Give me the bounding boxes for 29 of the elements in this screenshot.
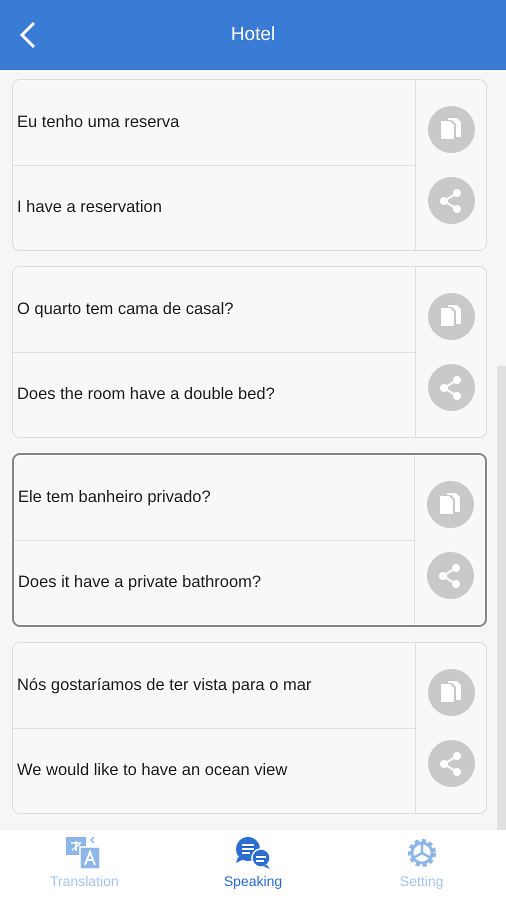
phrase-card[interactable]: O quarto tem cama de casal? Does the room have a double bed? (12, 266, 487, 438)
phrase-card[interactable]: Nós gostaríamos de ter vista para o mar We would like to have an ocean view (12, 642, 487, 814)
phrase-text: Eu tenho uma reserva (17, 112, 180, 132)
phrase-text: Nós gostaríamos de ter vista para o mar (17, 676, 312, 695)
share-icon (439, 376, 463, 400)
translation-text: I have a reservation (17, 198, 162, 218)
share-button[interactable] (428, 364, 474, 411)
share-icon (438, 564, 462, 588)
share-icon (439, 188, 463, 212)
phrase-text: O quarto tem cama de casal? (17, 300, 234, 319)
share-button[interactable] (428, 177, 474, 224)
back-button[interactable] (18, 20, 38, 50)
phrase-card[interactable]: Eu tenho uma reserva I have a reservation (12, 79, 487, 251)
phrase-text: Ele tem banheiro privado? (18, 488, 211, 507)
translation-text: Does the room have a double bed? (17, 385, 275, 404)
translation-text: Does it have a private bathroom? (18, 573, 262, 592)
share-icon (439, 752, 463, 776)
copy-button[interactable] (426, 481, 474, 528)
copy-button[interactable] (428, 293, 474, 340)
screen-title: Hotel (230, 24, 276, 46)
share-button[interactable] (428, 740, 474, 787)
share-button[interactable] (426, 552, 474, 599)
phrase-card[interactable]: Ele tem banheiro privado? Does it have a private bathroom? (12, 453, 487, 627)
chat-bubbles-icon (234, 835, 272, 871)
copy-button[interactable] (428, 669, 474, 716)
scrollbar[interactable] (497, 366, 506, 830)
nav-tab[interactable]: Speaking (168, 830, 338, 900)
copy-button[interactable] (428, 106, 474, 153)
translation-text: We would like to have an ocean view (17, 761, 288, 780)
